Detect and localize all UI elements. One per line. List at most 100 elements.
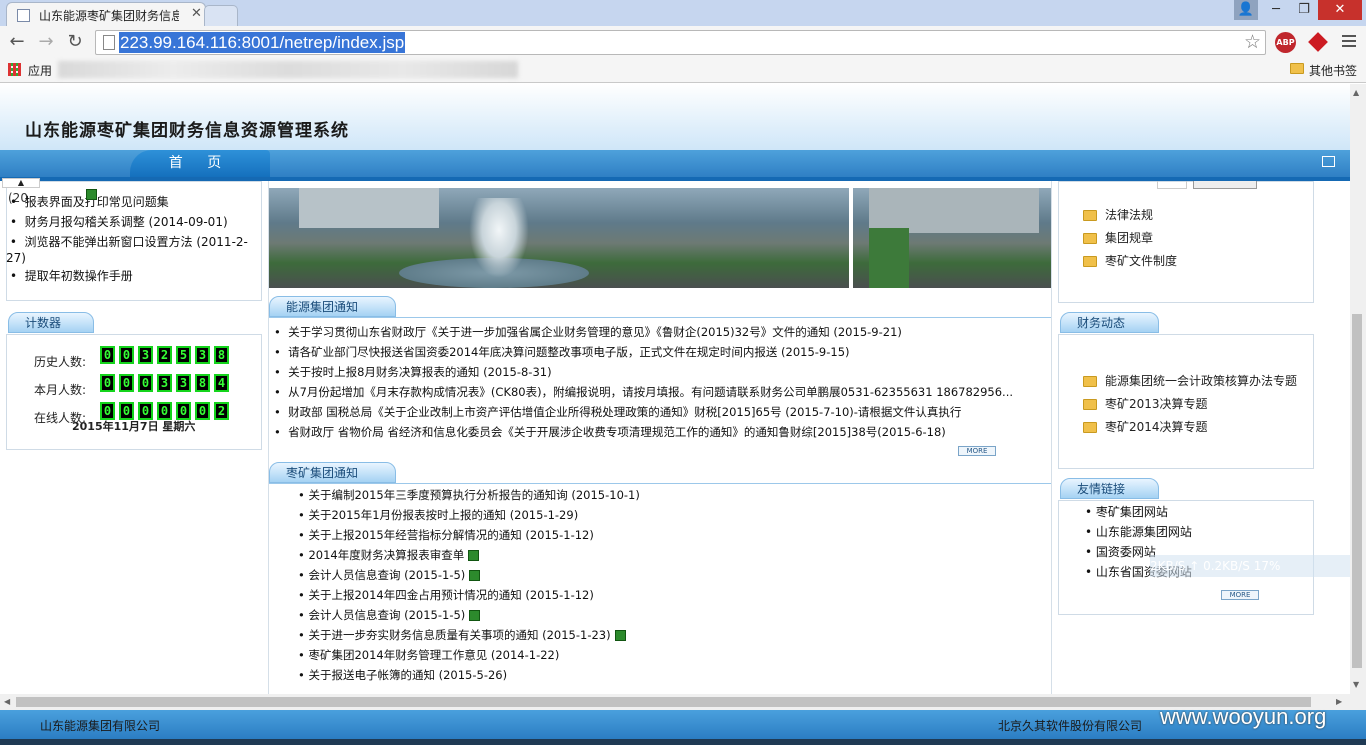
counter-digit: 0 — [119, 374, 134, 392]
friend-link[interactable]: • 国资委网站 — [1085, 543, 1156, 560]
energy-more-button[interactable]: MORE — [958, 446, 996, 456]
save-disk-icon[interactable] — [468, 550, 480, 561]
scroll-up-arrow-icon[interactable]: ▲ — [1353, 88, 1359, 97]
friend-link-label: 山东能源集团网站 — [1095, 525, 1192, 539]
zaokuang-news-label: 会计人员信息查询 (2015-1-5) — [308, 568, 466, 582]
apps-bookmark[interactable]: 应用 — [28, 62, 52, 79]
save-disk-icon[interactable] — [614, 630, 626, 641]
adblock-plus-icon[interactable]: ABP — [1275, 32, 1296, 53]
os-taskbar — [0, 739, 1366, 745]
zaokuang-news-label: 关于编制2015年三季度预算执行分析报告的通知询 (2015-10-1) — [308, 488, 640, 502]
zaokuang-news-item[interactable]: • 关于报送电子帐簿的通知 (2015-5-26) — [298, 667, 507, 683]
counter-digit: 3 — [176, 374, 191, 392]
counter-digit: 4 — [214, 374, 229, 392]
folder-label: 法律法规 — [1105, 208, 1154, 222]
folder-label: 集团规章 — [1105, 231, 1154, 245]
nav-home-tab[interactable]: 首 页 — [130, 150, 270, 177]
folder-icon — [1290, 63, 1304, 74]
scroll-up-icon[interactable]: ▲ — [2, 178, 40, 188]
window-toggle-icon[interactable] — [1322, 156, 1335, 167]
zaokuang-news-item[interactable]: • 关于上报2014年四金占用预计情况的通知 (2015-1-12) — [298, 587, 594, 603]
search-button-edge[interactable] — [1193, 181, 1257, 189]
scroll-right-arrow-icon[interactable]: ▶ — [1336, 697, 1342, 706]
vertical-scroll-thumb[interactable] — [1352, 314, 1362, 668]
counter-digit: 3 — [138, 346, 153, 364]
zaokuang-news-item[interactable]: • 2014年度财务决算报表审查单 — [298, 547, 480, 563]
other-bookmarks[interactable]: 其他书签 — [1309, 62, 1357, 79]
web-page: 山东能源枣矿集团财务信息资源管理系统 首 页 ▲ (20 • 报表界面及打印常见… — [0, 84, 1350, 710]
energy-news-item[interactable]: • 请各矿业部门尽快报送省国资委2014年底决算问题整改事项电子版，正式文件在规… — [274, 344, 850, 360]
zaokuang-news-label: 关于进一步夯实财务信息质量有关事项的通知 (2015-1-23) — [308, 628, 611, 642]
scroll-down-arrow-icon[interactable]: ▼ — [1353, 680, 1359, 689]
counter-digit: 0 — [100, 374, 115, 392]
zaokuang-news-item[interactable]: • 关于上报2015年经营指标分解情况的通知 (2015-1-12) — [298, 527, 594, 543]
header-rule — [269, 317, 1051, 318]
counter-header: 计数器 — [8, 312, 94, 333]
zaokuang-news-label: 枣矿集团2014年财务管理工作意见 (2014-1-22) — [308, 648, 560, 662]
folder-icon — [1083, 256, 1097, 267]
tab-close-icon[interactable]: ✕ — [191, 6, 202, 21]
counter-digit: 0 — [100, 346, 115, 364]
minimize-icon[interactable]: ─ — [1262, 0, 1290, 20]
horizontal-scroll-thumb[interactable] — [16, 697, 1311, 707]
save-disk-icon[interactable] — [469, 570, 481, 581]
footer-company-right: 北京久其软件股份有限公司 — [998, 719, 1143, 733]
back-arrow-icon[interactable]: ← — [5, 31, 29, 53]
save-disk-icon[interactable] — [469, 610, 481, 621]
friend-links-header: 友情链接 — [1060, 478, 1159, 499]
folder-link[interactable]: 枣矿2013决算专题 — [1083, 395, 1208, 412]
folder-icon — [1083, 233, 1097, 244]
notice-item[interactable]: • 浏览器不能弹出新窗口设置方法 (2011-2-27) — [6, 234, 256, 266]
history-count-digits: 0032538 — [100, 346, 233, 364]
friend-link[interactable]: • 枣矿集团网站 — [1085, 503, 1168, 520]
search-input-edge[interactable] — [1157, 181, 1187, 189]
zaokuang-news-item[interactable]: • 关于编制2015年三季度预算执行分析报告的通知询 (2015-10-1) — [298, 487, 640, 503]
zaokuang-news-item[interactable]: • 会计人员信息查询 (2015-1-5) — [298, 607, 481, 623]
user-profile-icon[interactable]: 👤 — [1234, 0, 1258, 20]
url-text[interactable]: 223.99.164.116:8001/netrep/index.jsp — [119, 32, 406, 53]
zaokuang-news-item[interactable]: • 关于2015年1月份报表按时上报的通知 (2015-1-29) — [298, 507, 578, 523]
energy-news-item[interactable]: • 关于学习贯彻山东省财政厅《关于进一步加强省属企业财务管理的意见》《鲁财企(2… — [274, 324, 902, 340]
notice-item-label: 提取年初数操作手册 — [24, 269, 133, 283]
counter-digit: 8 — [214, 346, 229, 364]
folder-link[interactable]: 法律法规 — [1083, 206, 1153, 223]
folder-link[interactable]: 枣矿2014决算专题 — [1083, 418, 1208, 435]
zaokuang-news-item[interactable]: • 枣矿集团2014年财务管理工作意见 (2014-1-22) — [298, 647, 559, 663]
zaokuang-news-item[interactable]: • 关于进一步夯实财务信息质量有关事项的通知 (2015-1-23) — [298, 627, 626, 643]
folder-link[interactable]: 能源集团统一会计政策核算办法专题 — [1083, 372, 1297, 389]
browser-tab-active[interactable]: 山东能源枣矿集团财务信息 ✕ — [6, 2, 206, 26]
close-window-icon[interactable]: ✕ — [1318, 0, 1362, 20]
counter-digit: 3 — [195, 346, 210, 364]
folder-link[interactable]: 集团规章 — [1083, 229, 1153, 246]
energy-news-label: 请各矿业部门尽快报送省国资委2014年底决算问题整改事项电子版，正式文件在规定时… — [288, 345, 850, 359]
watermark-text: www.wooyun.org — [1160, 704, 1327, 729]
apps-grid-icon[interactable] — [8, 63, 21, 76]
bookmark-star-icon[interactable]: ☆ — [1244, 31, 1261, 53]
forward-arrow-icon[interactable]: → — [34, 31, 58, 53]
links-more-button[interactable]: MORE — [1221, 590, 1259, 600]
energy-news-item[interactable]: • 省财政厅 省物价局 省经济和信息化委员会《关于开展涉企收费专项清理规范工作的… — [274, 424, 946, 440]
counter-digit: 0 — [195, 402, 210, 420]
reload-icon[interactable]: ↻ — [63, 31, 87, 53]
energy-news-item[interactable]: • 从7月份起增加《月末存款构成情况表》(CK80表)，附编报说明，请按月填报。… — [274, 384, 1024, 400]
counter-digit: 2 — [214, 402, 229, 420]
zaokuang-notice-header: 枣矿集团通知 — [269, 462, 396, 483]
notice-item[interactable]: • 财务月报勾稽关系调整 (2014-09-01) — [10, 213, 228, 230]
scroll-left-arrow-icon[interactable]: ◀ — [4, 697, 10, 706]
folder-link[interactable]: 枣矿文件制度 — [1083, 252, 1177, 269]
restore-icon[interactable]: ❐ — [1290, 0, 1318, 20]
zaokuang-news-label: 关于2015年1月份报表按时上报的通知 (2015-1-29) — [308, 508, 579, 522]
folder-icon — [1083, 399, 1097, 410]
energy-news-item[interactable]: • 财政部 国税总局《关于企业改制上市资产评估增值企业所得税处理政策的通知》财税… — [274, 404, 961, 420]
banner-photo — [269, 188, 1051, 288]
new-tab-button[interactable] — [204, 5, 238, 26]
zaokuang-news-item[interactable]: • 会计人员信息查询 (2015-1-5) — [298, 567, 481, 583]
counter-digit: 8 — [195, 374, 210, 392]
chrome-menu-icon[interactable] — [1342, 35, 1356, 49]
energy-news-item[interactable]: • 关于按时上报8月财务决算报表的通知 (2015-8-31) — [274, 364, 552, 380]
friend-link-label: 国资委网站 — [1095, 545, 1156, 559]
photo-building — [299, 188, 439, 228]
address-bar[interactable]: 223.99.164.116:8001/netrep/index.jsp ☆ — [95, 30, 1266, 55]
notice-item[interactable]: • 提取年初数操作手册 — [10, 267, 133, 284]
friend-link[interactable]: • 山东能源集团网站 — [1085, 523, 1192, 540]
